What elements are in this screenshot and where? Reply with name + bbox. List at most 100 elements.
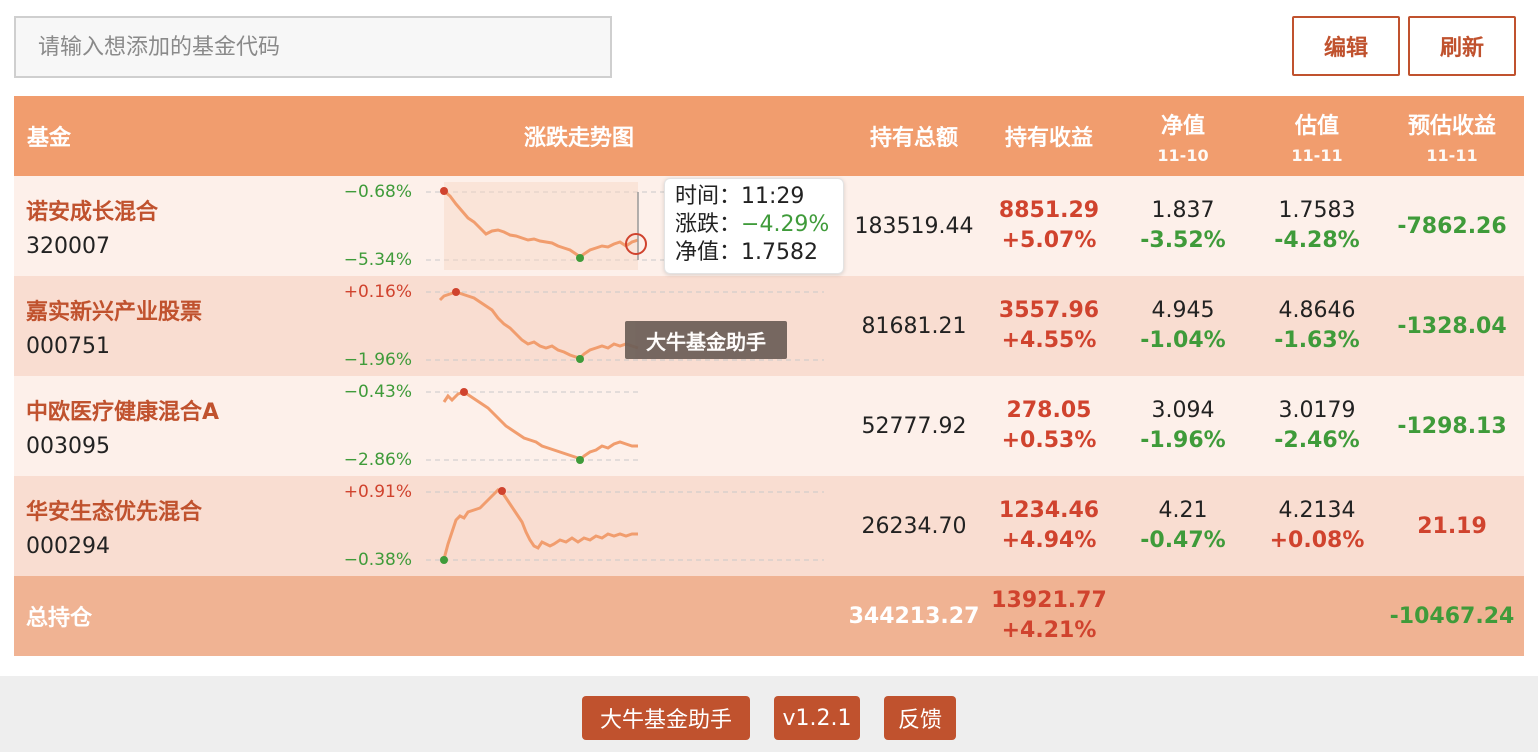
footer: 大牛基金助手 v1.2.1 反馈 (0, 676, 1538, 752)
chart-tooltip: 时间：11:29 涨跌：−4.29% 净值：1.7582 (664, 178, 844, 274)
trend-chart[interactable]: −0.43% −2.86% (334, 376, 824, 476)
est-change: -4.28% (1274, 228, 1360, 253)
header-nav: 净值 11-10 (1116, 96, 1250, 176)
holding-total: 26234.70 (861, 513, 967, 539)
chart-high-dot (498, 487, 506, 495)
est-profit: -1328.04 (1397, 313, 1507, 339)
feedback-button[interactable]: 反馈 (884, 696, 956, 740)
holding-profit: 1234.46 +4.94% (982, 476, 1116, 576)
header-fund-label: 基金 (26, 126, 71, 151)
profit-pct: +4.94% (1001, 528, 1097, 553)
est-change: +0.08% (1269, 528, 1365, 553)
header-est-profit-date: 11-11 (1426, 145, 1478, 165)
header-estimate-date: 11-11 (1291, 145, 1343, 165)
fund-code: 000294 (26, 533, 110, 559)
chart-high-dot (452, 288, 460, 296)
header-holding-profit: 持有收益 (982, 96, 1116, 176)
estimate-cell: 1.7583 -4.28% (1250, 176, 1384, 276)
fund-name[interactable]: 嘉实新兴产业股票 (26, 294, 202, 326)
header-holding-total: 持有总额 (848, 96, 980, 176)
tooltip-nav-label: 净值： (675, 240, 742, 265)
chart-low-dot (576, 456, 584, 464)
header-trend-label: 涨跌走势图 (523, 126, 634, 151)
chart-low-dot (440, 556, 448, 564)
table-row[interactable]: 华安生态优先混合 000294 +0.91% −0.38% 26234.70 1… (14, 476, 1524, 576)
holding-profit: 278.05 +0.53% (982, 376, 1116, 476)
tooltip-nav-line: 净值：1.7582 (675, 239, 833, 267)
fund-code: 320007 (26, 233, 110, 259)
trend-line (442, 390, 638, 463)
trend-chart-svg (426, 487, 824, 564)
est-profit: -7862.26 (1397, 213, 1507, 239)
header-nav-date: 11-10 (1157, 145, 1209, 165)
watermark-tag: 大牛基金助手 (625, 321, 787, 359)
tooltip-time-line: 时间：11:29 (675, 183, 833, 211)
holding-total: 81681.21 (861, 313, 967, 339)
header-est-profit-label: 预估收益 (1407, 113, 1496, 139)
fund-name[interactable]: 诺安成长混合 (26, 194, 158, 226)
fund-name[interactable]: 中欧医疗健康混合A (26, 394, 219, 426)
tooltip-change: −4.29% (741, 212, 830, 237)
header-nav-label: 净值 (1160, 113, 1205, 139)
header-holding-profit-label: 持有收益 (1004, 126, 1093, 151)
fund-code-search-input[interactable] (14, 16, 612, 78)
profit-value: 3557.96 (998, 298, 1100, 323)
nav-cell: 3.094 -1.96% (1116, 376, 1250, 476)
profit-value: 1234.46 (998, 498, 1100, 523)
header-trend: 涨跌走势图 (474, 96, 684, 176)
app-name-button[interactable]: 大牛基金助手 (582, 696, 750, 740)
chart-low-dot (576, 254, 584, 262)
nav-change: -1.96% (1140, 428, 1226, 453)
trend-line (438, 290, 639, 360)
chart-low-dot (576, 355, 584, 363)
fund-code: 000751 (26, 333, 110, 359)
est-change: -2.46% (1274, 428, 1360, 453)
chart-hover-area (444, 182, 638, 270)
estimate-cell: 4.2134 +0.08% (1250, 476, 1384, 576)
trend-line (442, 488, 638, 560)
nav-cell: 4.945 -1.04% (1116, 276, 1250, 376)
header-holding-total-label: 持有总额 (869, 126, 958, 151)
total-profit-value: 13921.77 (991, 588, 1107, 613)
est-change: -1.63% (1274, 328, 1360, 353)
header-fund: 基金 (14, 96, 84, 176)
fund-cell: 华安生态优先混合 000294 (26, 476, 202, 576)
table-header: 基金 涨跌走势图 持有总额 持有收益 净值 11-10 估值 11-11 预估收… (14, 96, 1524, 176)
tooltip-time-label: 时间： (675, 184, 742, 209)
holding-total: 52777.92 (861, 413, 967, 439)
total-label: 总持仓 (26, 606, 93, 631)
edit-button[interactable]: 编辑 (1292, 16, 1400, 76)
chart-right-area (638, 382, 824, 470)
header-estimate: 估值 11-11 (1250, 96, 1384, 176)
nav-change: -0.47% (1140, 528, 1226, 553)
trend-chart[interactable]: +0.91% −0.38% (334, 476, 824, 576)
tooltip-change-label: 涨跌： (675, 212, 742, 237)
chart-high-dot (460, 388, 468, 396)
profit-value: 8851.29 (998, 198, 1100, 223)
fund-cell: 嘉实新兴产业股票 000751 (26, 276, 202, 376)
nav-value: 4.21 (1158, 498, 1208, 523)
nav-change: -3.52% (1140, 228, 1226, 253)
fund-code: 003095 (26, 433, 110, 459)
nav-value: 4.945 (1151, 298, 1215, 323)
est-value: 1.7583 (1278, 198, 1356, 223)
fund-cell: 诺安成长混合 320007 (26, 176, 158, 276)
tooltip-nav: 1.7582 (741, 240, 818, 265)
profit-pct: +0.53% (1001, 428, 1097, 453)
total-holding: 344213.27 (848, 603, 980, 629)
tooltip-time: 11:29 (741, 184, 805, 209)
total-row: 总持仓 344213.27 13921.77 +4.21% -10467.24 (14, 576, 1524, 656)
fund-name[interactable]: 华安生态优先混合 (26, 494, 202, 526)
table-row[interactable]: 中欧医疗健康混合A 003095 −0.43% −2.86% 52777.92 … (14, 376, 1524, 476)
est-profit: 21.19 (1417, 513, 1487, 539)
holding-profit: 8851.29 +5.07% (982, 176, 1116, 276)
refresh-button[interactable]: 刷新 (1408, 16, 1516, 76)
estimate-cell: 3.0179 -2.46% (1250, 376, 1384, 476)
nav-change: -1.04% (1140, 328, 1226, 353)
holding-profit: 3557.96 +4.55% (982, 276, 1116, 376)
total-profit-pct: +4.21% (1001, 618, 1097, 643)
version-button[interactable]: v1.2.1 (774, 696, 860, 740)
estimate-cell: 4.8646 -1.63% (1250, 276, 1384, 376)
holding-total: 183519.44 (854, 213, 974, 239)
nav-value: 1.837 (1151, 198, 1215, 223)
